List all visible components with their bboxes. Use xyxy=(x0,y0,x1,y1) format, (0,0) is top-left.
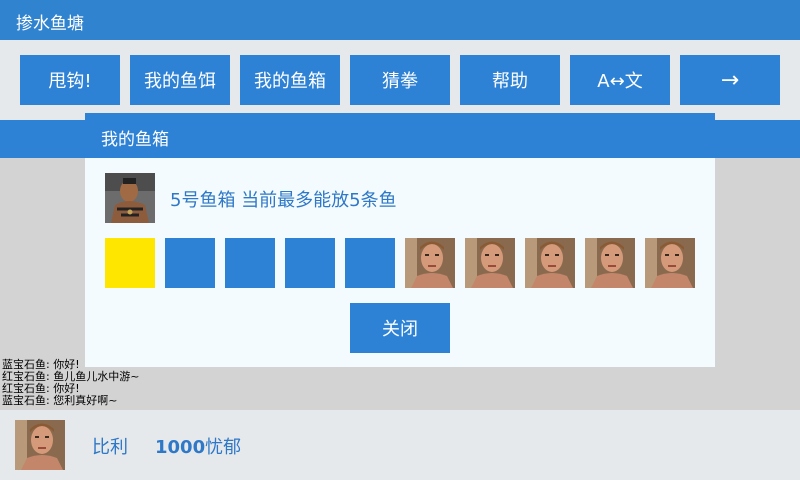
fishbox-slot-empty[interactable] xyxy=(345,238,395,288)
player-name: 比利 xyxy=(92,437,128,458)
toolbar: 甩钩! 我的鱼饵 我的鱼箱 猜拳 帮助 A↔文 → xyxy=(0,40,800,120)
my-bait-button[interactable]: 我的鱼饵 xyxy=(130,55,230,105)
fishbox-slot-selected[interactable] xyxy=(105,238,155,288)
fishbox-slot-fish[interactable] xyxy=(525,238,575,288)
cast-hook-button[interactable]: 甩钩! xyxy=(20,55,120,105)
fishbox-owner-avatar xyxy=(105,173,155,223)
fishbox-slot-fish[interactable] xyxy=(405,238,455,288)
money-unit: 忧郁 xyxy=(205,437,242,458)
fishbox-slot-empty[interactable] xyxy=(165,238,215,288)
language-toggle-button[interactable]: A↔文 xyxy=(570,55,670,105)
close-button[interactable]: 关闭 xyxy=(350,303,450,353)
fishbox-slot-empty[interactable] xyxy=(225,238,275,288)
fishbox-slot-fish[interactable] xyxy=(645,238,695,288)
chat-log: 蓝宝石鱼: 你好! 红宝石鱼: 鱼儿鱼儿水中游~ 红宝石鱼: 你好! 蓝宝石鱼:… xyxy=(2,359,139,407)
dialog-title: 我的鱼箱 xyxy=(101,130,169,150)
next-arrow-button[interactable]: → xyxy=(680,55,780,105)
player-money: 1000忧郁 xyxy=(155,433,241,459)
fishbox-slot-fish[interactable] xyxy=(585,238,635,288)
player-bar: 比利 1000忧郁 xyxy=(0,410,800,480)
title-bar: 掺水鱼塘 xyxy=(0,0,800,40)
help-button[interactable]: 帮助 xyxy=(460,55,560,105)
dialog-header: 我的鱼箱 xyxy=(85,113,715,158)
app-title: 掺水鱼塘 xyxy=(16,14,84,34)
rock-paper-scissors-button[interactable]: 猜拳 xyxy=(350,55,450,105)
my-fishbox-button[interactable]: 我的鱼箱 xyxy=(240,55,340,105)
fishbox-info: 5号鱼箱 当前最多能放5条鱼 xyxy=(170,190,397,211)
chat-line: 蓝宝石鱼: 您利真好啊~ xyxy=(2,394,118,407)
money-amount: 1000 xyxy=(155,437,206,458)
player-avatar[interactable] xyxy=(15,420,65,470)
fishbox-slot-empty[interactable] xyxy=(285,238,335,288)
fishbox-slot-fish[interactable] xyxy=(465,238,515,288)
fishbox-dialog: 我的鱼箱 5号鱼箱 当前最多能放5条鱼 关闭 xyxy=(85,113,715,367)
